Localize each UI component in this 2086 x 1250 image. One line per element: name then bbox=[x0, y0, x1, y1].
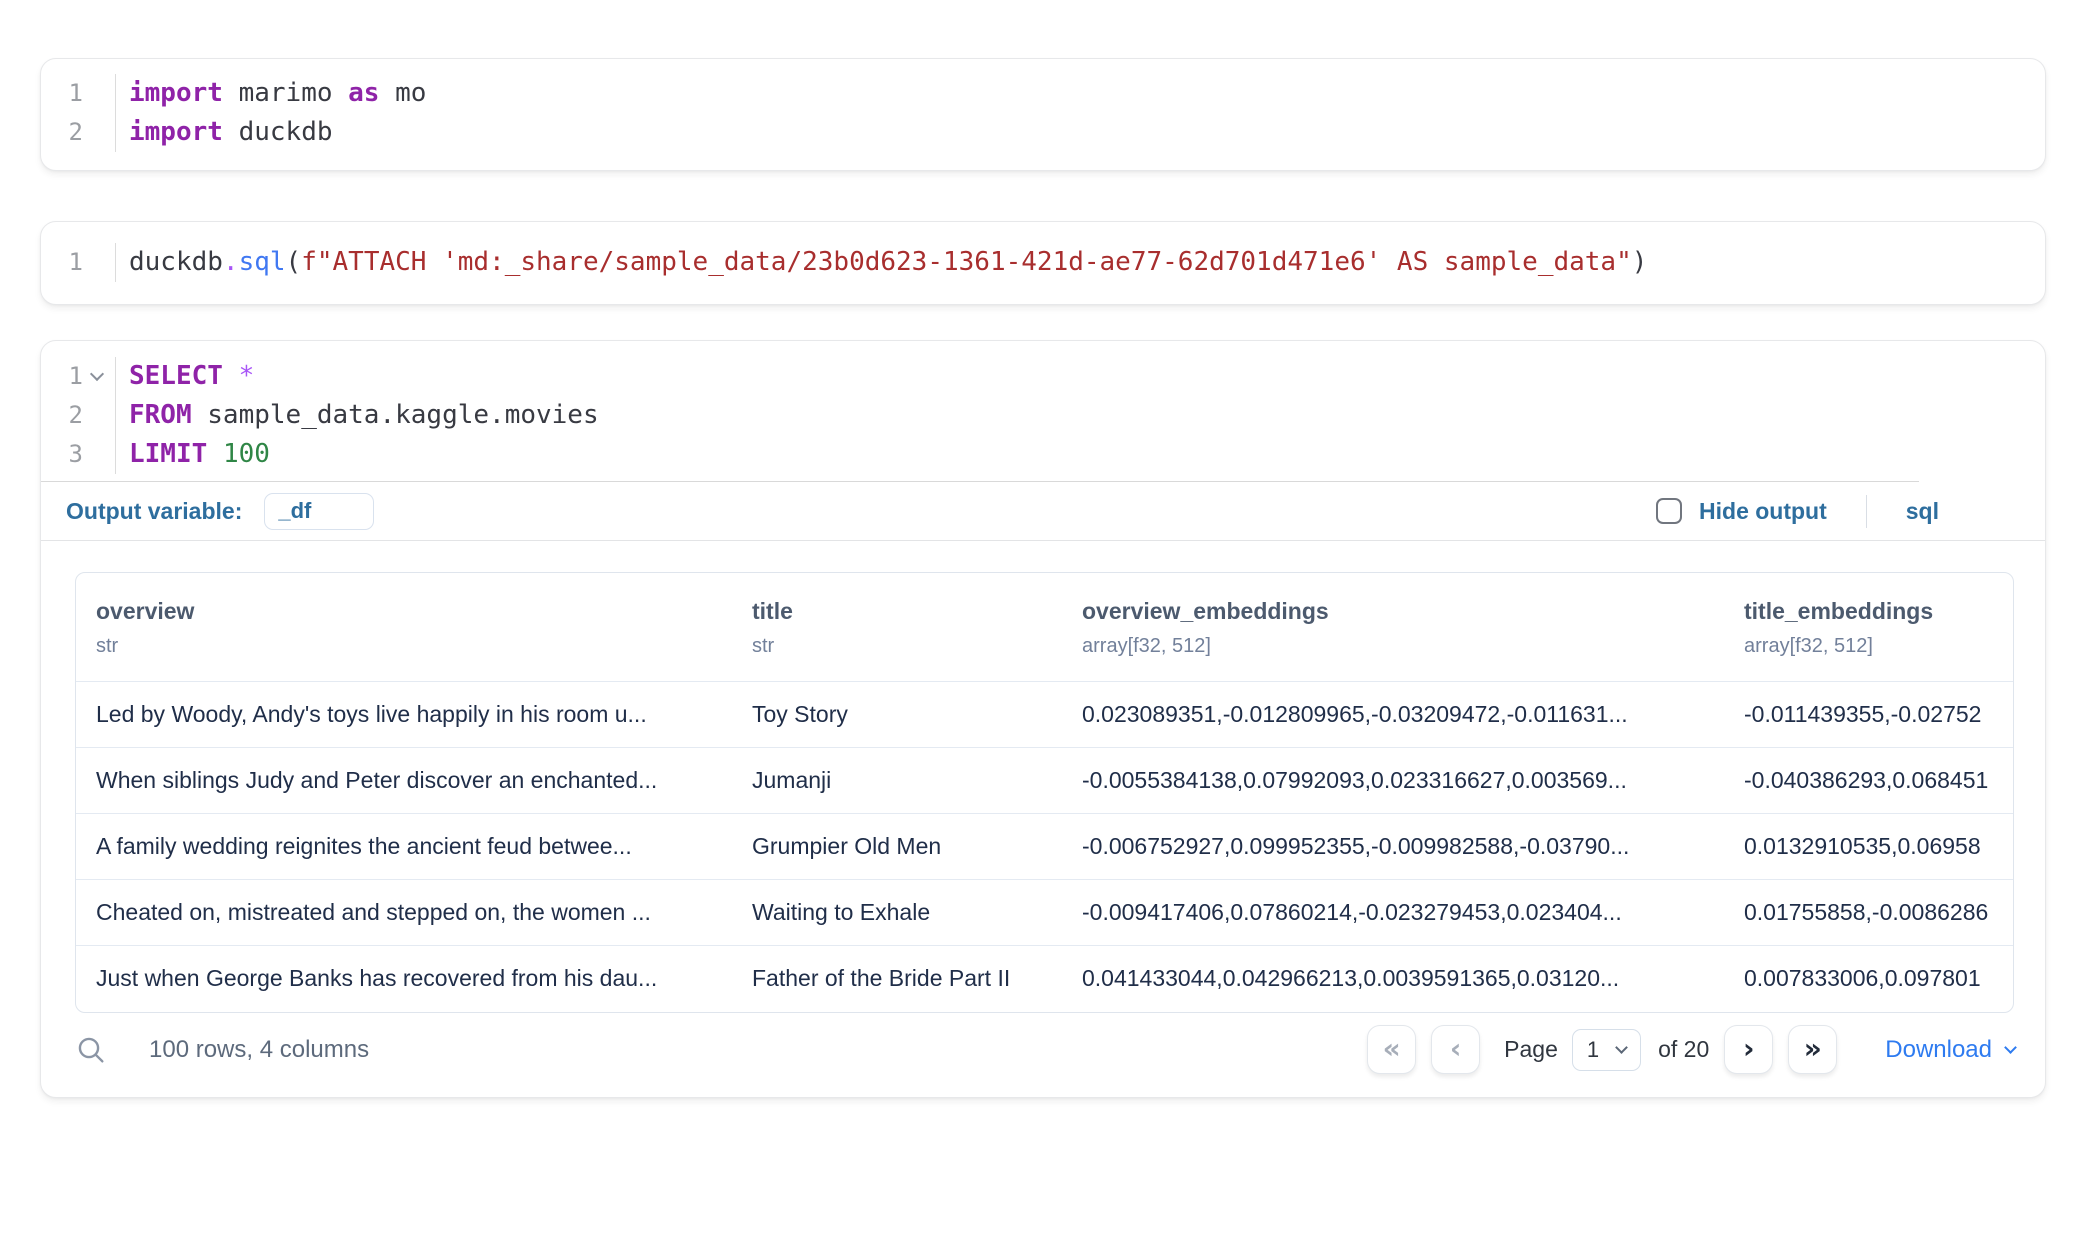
code-text: duckdb.sql(f"ATTACH 'md:_share/sample_da… bbox=[116, 243, 1647, 282]
line-number: 3 bbox=[41, 435, 83, 474]
column-type: str bbox=[96, 635, 722, 658]
table-cell: 0.041433044,0.042966213,0.0039591365,0.0… bbox=[1062, 946, 1724, 1012]
code-text: import marimo as mo bbox=[116, 74, 426, 113]
column-name: overview_embeddings bbox=[1082, 598, 1714, 625]
table-body: Led by Woody, Andy's toys live happily i… bbox=[76, 682, 2013, 1012]
output-variable-label: Output variable: bbox=[66, 498, 242, 525]
column-type: array[f32, 512] bbox=[1082, 635, 1714, 658]
fold-toggle[interactable] bbox=[83, 357, 116, 396]
table-cell: Father of the Bride Part II bbox=[732, 946, 1062, 1012]
gutter-spacer bbox=[83, 113, 116, 152]
page-select[interactable]: 1 bbox=[1572, 1029, 1641, 1071]
output-variable-input[interactable] bbox=[264, 493, 374, 530]
table-row[interactable]: A family wedding reignites the ancient f… bbox=[76, 814, 2013, 880]
column-name: title_embeddings bbox=[1744, 598, 2003, 625]
gutter-spacer bbox=[83, 435, 116, 474]
gutter-spacer bbox=[83, 243, 116, 282]
next-page-button[interactable]: › bbox=[1724, 1025, 1773, 1074]
code-text: import duckdb bbox=[116, 113, 333, 152]
last-page-button[interactable]: » bbox=[1788, 1025, 1837, 1074]
table-cell: -0.040386293,0.068451 bbox=[1724, 748, 2013, 814]
page-total-label: of 20 bbox=[1658, 1036, 1709, 1063]
hide-output-label[interactable]: Hide output bbox=[1699, 498, 1827, 525]
column-header-overview_embeddings[interactable]: overview_embeddings array[f32, 512] bbox=[1062, 573, 1724, 682]
column-type: str bbox=[752, 635, 1052, 658]
column-type: array[f32, 512] bbox=[1744, 635, 2003, 658]
double-chevron-left-icon: « bbox=[1383, 1032, 1401, 1065]
column-header-overview[interactable]: overview str bbox=[76, 573, 732, 682]
search-icon bbox=[75, 1034, 107, 1066]
search-button[interactable] bbox=[75, 1034, 107, 1066]
line-number: 1 bbox=[41, 74, 83, 113]
column-name: overview bbox=[96, 598, 722, 625]
dataframe-table: overview str title str overview_embeddingsar… bbox=[75, 572, 2014, 1013]
code-line[interactable]: 1 SELECT * bbox=[41, 357, 2045, 396]
first-page-button[interactable]: « bbox=[1367, 1025, 1416, 1074]
chevron-down-icon bbox=[90, 367, 104, 381]
row-count-summary: 100 rows, 4 columns bbox=[149, 1036, 369, 1064]
line-number: 1 bbox=[41, 243, 83, 282]
notebook-cell-imports[interactable]: 1 import marimo as mo 2 import duckdb bbox=[40, 58, 2046, 171]
code-editor[interactable]: 1 duckdb.sql(f"ATTACH 'md:_share/sample_d… bbox=[41, 243, 2045, 282]
code-line[interactable]: 1 duckdb.sql(f"ATTACH 'md:_share/sample_d… bbox=[41, 243, 2045, 282]
table-header-row: overview str title str overview_embeddingsar… bbox=[76, 573, 2013, 682]
page-select-value: 1 bbox=[1587, 1037, 1599, 1063]
column-name: title bbox=[752, 598, 1052, 625]
code-text: SELECT * bbox=[116, 357, 254, 396]
table-cell: Cheated on, mistreated and stepped on, t… bbox=[76, 880, 732, 946]
line-number: 2 bbox=[41, 396, 83, 435]
cell-language-badge: sql bbox=[1906, 498, 1939, 525]
table-cell: Just when George Banks has recovered fro… bbox=[76, 946, 732, 1012]
table-cell: Waiting to Exhale bbox=[732, 880, 1062, 946]
gutter-spacer bbox=[83, 74, 116, 113]
code-line[interactable]: 2 import duckdb bbox=[41, 113, 2045, 152]
code-line[interactable]: 2 FROM sample_data.kaggle.movies bbox=[41, 396, 2045, 435]
table-cell: A family wedding reignites the ancient f… bbox=[76, 814, 732, 880]
code-text: FROM sample_data.kaggle.movies bbox=[116, 396, 599, 435]
column-header-title[interactable]: title str bbox=[732, 573, 1062, 682]
table-row[interactable]: When siblings Judy and Peter discover an… bbox=[76, 748, 2013, 814]
code-editor[interactable]: 1 import marimo as mo 2 import duckdb bbox=[41, 74, 2045, 152]
table-cell: Toy Story bbox=[732, 682, 1062, 748]
double-chevron-right-icon: » bbox=[1804, 1032, 1822, 1065]
hide-output-checkbox[interactable] bbox=[1656, 498, 1682, 524]
table-row[interactable]: Cheated on, mistreated and stepped on, t… bbox=[76, 880, 2013, 946]
code-line[interactable]: 3 LIMIT 100 bbox=[41, 435, 2045, 474]
table-cell: Grumpier Old Men bbox=[732, 814, 1062, 880]
notebook-cell-sql[interactable]: 1 SELECT * 2 FROM sample_data.kaggle.movies… bbox=[40, 340, 2046, 1098]
column-header-title_embeddings[interactable]: title_embeddings array[f32, 512] bbox=[1724, 573, 2013, 682]
table-cell: -0.009417406,0.07860214,-0.023279453,0.0… bbox=[1062, 880, 1724, 946]
table-row[interactable]: Just when George Banks has recovered fro… bbox=[76, 946, 2013, 1012]
divider bbox=[1866, 495, 1867, 528]
section-divider bbox=[41, 540, 2045, 541]
table-cell: -0.011439355,-0.02752 bbox=[1724, 682, 2013, 748]
table-cell: 0.023089351,-0.012809965,-0.03209472,-0.… bbox=[1062, 682, 1724, 748]
page-label: Page bbox=[1504, 1036, 1558, 1063]
code-text: LIMIT 100 bbox=[116, 435, 270, 474]
notebook-cell-attach[interactable]: 1 duckdb.sql(f"ATTACH 'md:_share/sample_d… bbox=[40, 221, 2046, 305]
download-label: Download bbox=[1885, 1036, 1992, 1064]
table-cell: -0.006752927,0.099952355,-0.009982588,-0… bbox=[1062, 814, 1724, 880]
table-cell: 0.01755858,-0.0086286 bbox=[1724, 880, 2013, 946]
code-line[interactable]: 1 import marimo as mo bbox=[41, 74, 2045, 113]
chevron-down-icon bbox=[2004, 1041, 2017, 1054]
chevron-down-icon bbox=[1615, 1041, 1628, 1054]
table-cell: 0.0132910535,0.06958 bbox=[1724, 814, 2013, 880]
output-variable-bar: Output variable: Hide output sql bbox=[41, 482, 2045, 540]
table-cell: 0.007833006,0.097801 bbox=[1724, 946, 2013, 1012]
table-footer: 100 rows, 4 columns « ‹ Page 1 of 20 › »… bbox=[41, 1013, 2045, 1097]
table-cell: When siblings Judy and Peter discover an… bbox=[76, 748, 732, 814]
chevron-left-icon: ‹ bbox=[1450, 1032, 1462, 1065]
line-number: 2 bbox=[41, 113, 83, 152]
table-cell: Led by Woody, Andy's toys live happily i… bbox=[76, 682, 732, 748]
line-number: 1 bbox=[41, 357, 83, 396]
table-row[interactable]: Led by Woody, Andy's toys live happily i… bbox=[76, 682, 2013, 748]
code-editor[interactable]: 1 SELECT * 2 FROM sample_data.kaggle.movies… bbox=[41, 357, 2045, 474]
gutter-spacer bbox=[83, 396, 116, 435]
chevron-right-icon: › bbox=[1743, 1032, 1755, 1065]
prev-page-button[interactable]: ‹ bbox=[1431, 1025, 1480, 1074]
download-button[interactable]: Download bbox=[1885, 1036, 2015, 1064]
table-cell: -0.0055384138,0.07992093,0.023316627,0.0… bbox=[1062, 748, 1724, 814]
table-cell: Jumanji bbox=[732, 748, 1062, 814]
